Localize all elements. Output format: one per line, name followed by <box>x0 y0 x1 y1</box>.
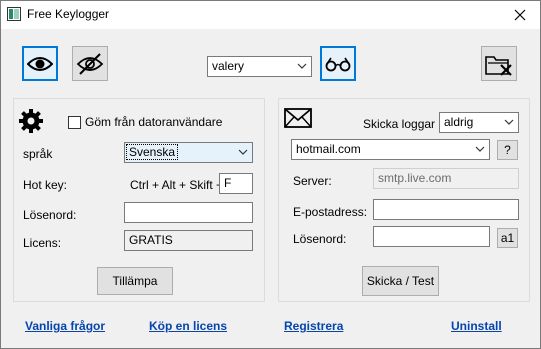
faq-link[interactable]: Vanliga frågor <box>25 319 105 333</box>
app-icon <box>7 7 21 21</box>
hide-checkbox[interactable] <box>68 116 81 129</box>
hotkey-label: Hot key: <box>23 178 68 192</box>
hide-button[interactable] <box>72 46 108 81</box>
chevron-down-icon <box>297 63 307 69</box>
send-logs-select[interactable]: aldrig <box>439 112 519 133</box>
uninstall-link[interactable]: Uninstall <box>451 319 502 333</box>
email-label: E-postadress: <box>293 205 368 219</box>
title-bar: Free Keylogger <box>1 1 540 29</box>
eye-slash-icon <box>76 52 104 75</box>
server-label: Server: <box>293 174 332 188</box>
smtp-password-label: Lösenord: <box>293 232 347 246</box>
license-label: Licens: <box>23 236 62 250</box>
close-button[interactable] <box>500 1 540 29</box>
license-field: GRATIS <box>124 230 253 251</box>
chevron-down-icon <box>504 119 514 125</box>
user-select[interactable]: valery <box>207 56 312 77</box>
window-title: Free Keylogger <box>27 7 110 21</box>
server-field: smtp.live.com <box>373 168 519 189</box>
gear-icon <box>19 109 43 133</box>
close-icon <box>514 9 526 21</box>
clear-logs-button[interactable] <box>481 46 517 81</box>
language-label: språk <box>23 147 53 161</box>
password-input[interactable] <box>124 202 253 223</box>
chevron-down-icon <box>238 149 248 155</box>
help-button[interactable]: ? <box>497 140 518 160</box>
hide-label: Göm från datoranvändare <box>85 115 223 129</box>
glasses-icon <box>325 57 351 71</box>
email-input[interactable] <box>373 199 519 220</box>
hotkey-combo: Ctrl + Alt + Skift + <box>130 178 224 192</box>
apply-button[interactable]: Tillämpa <box>97 267 173 295</box>
email-group: Skicka loggar aldrig hotmail.com ? Serve… <box>278 98 530 302</box>
show-password-button[interactable]: a1 <box>497 228 518 248</box>
chevron-down-icon <box>475 146 485 152</box>
register-link[interactable]: Registrera <box>284 319 343 333</box>
main-window: Free Keylogger valery Göm från datoranvä… <box>0 0 541 349</box>
view-logs-button[interactable] <box>320 46 356 81</box>
provider-select[interactable]: hotmail.com <box>291 139 490 160</box>
smtp-password-input[interactable] <box>373 226 490 247</box>
password-label: Lösenord: <box>23 208 77 222</box>
send-logs-label: Skicka loggar <box>363 117 436 131</box>
hotkey-input[interactable]: F <box>219 173 253 194</box>
send-test-button[interactable]: Skicka / Test <box>362 266 439 296</box>
buy-license-link[interactable]: Köp en licens <box>149 319 227 333</box>
language-select[interactable]: Svenska <box>124 142 253 163</box>
eye-icon <box>27 56 53 71</box>
settings-group: Göm från datoranvändare språk Svenska Ho… <box>13 98 265 302</box>
show-button[interactable] <box>22 46 58 81</box>
folder-delete-icon <box>485 55 512 76</box>
envelope-icon <box>284 108 312 128</box>
